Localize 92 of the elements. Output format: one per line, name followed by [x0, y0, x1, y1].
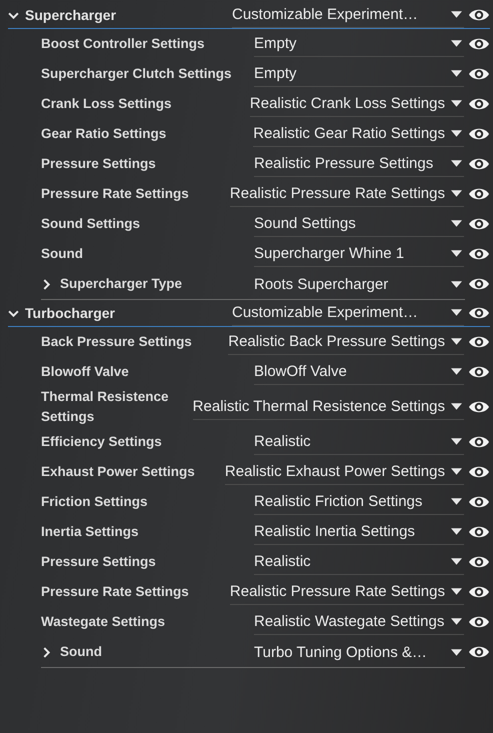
- setting-label: Boost Controller Settings: [41, 35, 206, 53]
- dropdown[interactable]: Realistic Exhaust Power Settings: [224, 459, 464, 485]
- eye-icon[interactable]: [468, 644, 490, 660]
- eye-icon[interactable]: [468, 494, 490, 510]
- setting-label: Wastegate Settings: [41, 613, 166, 631]
- setting-label: Sound: [41, 245, 84, 263]
- eye-icon[interactable]: [468, 614, 490, 630]
- setting-label: Pressure Rate Settings: [41, 185, 190, 203]
- setting-label: Supercharger Type: [59, 275, 184, 293]
- setting-label: Pressure Settings: [41, 155, 157, 173]
- eye-icon[interactable]: [468, 464, 490, 480]
- dropdown[interactable]: Realistic Pressure Rate Settings: [230, 181, 464, 207]
- eye-icon[interactable]: [468, 36, 490, 52]
- setting-label: Sound Settings: [41, 215, 141, 233]
- dropdown[interactable]: Roots Supercharger: [254, 272, 464, 296]
- caret-icon[interactable]: [451, 468, 462, 475]
- caret-icon[interactable]: [451, 403, 462, 410]
- setting-label: Friction Settings: [41, 493, 149, 511]
- setting-label: Inertia Settings: [41, 523, 140, 541]
- caret-icon[interactable]: [451, 250, 462, 257]
- setting-label: Pressure Settings: [41, 553, 157, 571]
- caret-icon[interactable]: [451, 648, 462, 656]
- setting-label: Pressure Rate Settings: [41, 583, 190, 601]
- eye-icon[interactable]: [468, 126, 490, 142]
- eye-icon[interactable]: [468, 96, 490, 112]
- caret-icon[interactable]: [451, 220, 462, 227]
- eye-icon[interactable]: [468, 434, 490, 450]
- chevron-right-icon[interactable]: [41, 646, 52, 658]
- setting-label: Crank Loss Settings: [41, 95, 173, 113]
- caret-icon[interactable]: [451, 40, 462, 47]
- dropdown[interactable]: Realistic: [254, 429, 464, 455]
- dropdown[interactable]: Realistic Gear Ratio Settings: [253, 121, 464, 147]
- eye-icon[interactable]: [468, 554, 490, 570]
- setting-label: Thermal Resistence Settings: [41, 388, 170, 426]
- eye-icon[interactable]: [468, 524, 490, 540]
- dropdown[interactable]: Realistic Thermal Resistence Settings: [192, 394, 464, 420]
- setting-label: Supercharger Clutch Settings: [41, 65, 233, 83]
- caret-icon[interactable]: [451, 280, 462, 288]
- caret-icon[interactable]: [451, 498, 462, 505]
- caret-icon[interactable]: [451, 11, 462, 18]
- caret-icon[interactable]: [451, 528, 462, 535]
- eye-icon[interactable]: [468, 305, 490, 321]
- chevron-down-icon[interactable]: [8, 308, 19, 318]
- dropdown[interactable]: Realistic Crank Loss Settings: [250, 91, 464, 117]
- caret-icon[interactable]: [451, 338, 462, 345]
- setting-label: Sound: [59, 643, 103, 661]
- dropdown[interactable]: Realistic Inertia Settings: [254, 519, 464, 545]
- dropdown[interactable]: Empty: [254, 31, 464, 57]
- eye-icon[interactable]: [468, 186, 490, 202]
- group-label: Supercharger: [24, 7, 118, 23]
- group-label: Turbocharger: [24, 305, 116, 321]
- eye-icon[interactable]: [468, 364, 490, 380]
- dropdown[interactable]: Customizable Experiment…: [232, 300, 464, 326]
- setting-label: Blowoff Valve: [41, 363, 130, 381]
- caret-icon[interactable]: [451, 100, 462, 107]
- setting-label: Gear Ratio Settings: [41, 125, 168, 143]
- caret-icon[interactable]: [451, 438, 462, 445]
- caret-icon[interactable]: [451, 368, 462, 375]
- caret-icon[interactable]: [451, 309, 462, 316]
- eye-icon[interactable]: [468, 246, 490, 262]
- eye-icon[interactable]: [468, 584, 490, 600]
- eye-icon[interactable]: [468, 66, 490, 82]
- caret-icon[interactable]: [451, 618, 462, 625]
- caret-icon[interactable]: [451, 130, 462, 137]
- dropdown[interactable]: BlowOff Valve: [254, 359, 464, 385]
- chevron-down-icon[interactable]: [8, 10, 19, 20]
- dropdown[interactable]: Empty: [254, 61, 464, 87]
- caret-icon[interactable]: [451, 588, 462, 595]
- dropdown[interactable]: Realistic Pressure Rate Settings: [230, 579, 464, 605]
- caret-icon[interactable]: [451, 190, 462, 197]
- setting-label: Back Pressure Settings: [41, 333, 193, 351]
- eye-icon[interactable]: [468, 334, 490, 350]
- caret-icon[interactable]: [451, 558, 462, 565]
- dropdown[interactable]: Customizable Experiment…: [232, 2, 464, 28]
- dropdown[interactable]: Realistic: [254, 549, 464, 575]
- setting-label: Exhaust Power Settings: [41, 463, 196, 481]
- setting-label: Efficiency Settings: [41, 433, 163, 451]
- eye-icon[interactable]: [468, 7, 490, 23]
- dropdown[interactable]: Sound Settings: [254, 211, 464, 237]
- eye-icon[interactable]: [468, 399, 490, 415]
- caret-icon[interactable]: [451, 160, 462, 167]
- eye-icon[interactable]: [468, 156, 490, 172]
- eye-icon[interactable]: [468, 216, 490, 232]
- eye-icon[interactable]: [468, 276, 490, 292]
- dropdown[interactable]: Supercharger Whine 1: [254, 241, 464, 267]
- dropdown[interactable]: Realistic Wastegate Settings: [254, 609, 464, 635]
- dropdown[interactable]: Turbo Tuning Options &…: [254, 640, 464, 664]
- caret-icon[interactable]: [451, 70, 462, 77]
- dropdown[interactable]: Realistic Friction Settings: [254, 489, 464, 515]
- dropdown[interactable]: Realistic Back Pressure Settings: [228, 329, 464, 355]
- chevron-right-icon[interactable]: [41, 278, 52, 290]
- dropdown[interactable]: Realistic Pressure Settings: [254, 151, 464, 177]
